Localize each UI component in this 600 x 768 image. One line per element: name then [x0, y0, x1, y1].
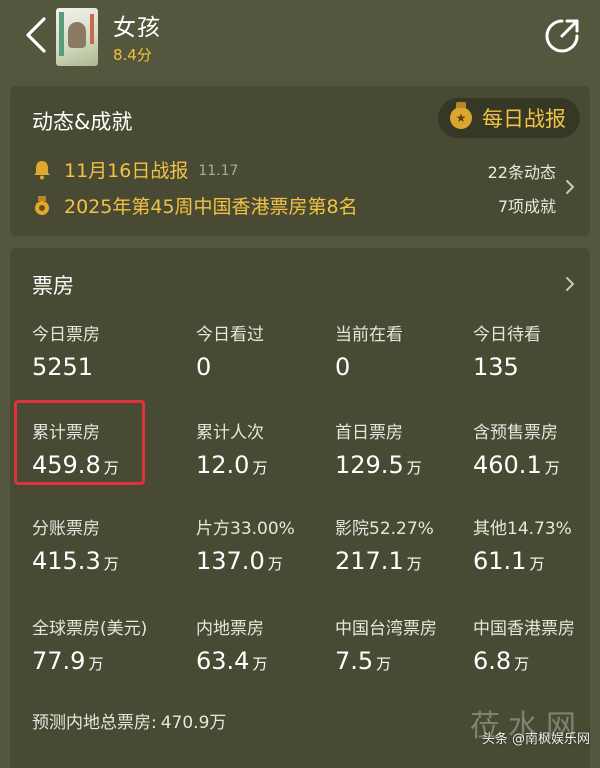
stat-label: 含预售票房 — [473, 423, 558, 443]
stat-value: 460.1 万 — [473, 451, 560, 479]
stat-label: 全球票房(美元) — [32, 619, 148, 639]
stat-label: 分账票房 — [32, 519, 100, 539]
stat-label: 其他14.73% — [473, 519, 572, 539]
stat-label: 今日待看 — [473, 325, 541, 345]
movie-poster[interactable] — [56, 8, 98, 66]
stat-value: 135 — [473, 353, 519, 381]
chevron-left-icon — [26, 17, 46, 53]
event-date: 11.17 — [198, 163, 239, 179]
stat-value: 12.0 万 — [196, 451, 268, 479]
daily-report-button[interactable]: ★ 每日战报 — [438, 98, 580, 138]
dynamics-count: 22条动态 — [487, 163, 556, 182]
daily-report-label: 每日战报 — [482, 107, 566, 131]
share-icon — [545, 19, 579, 53]
chevron-right-icon — [566, 180, 574, 194]
stat-producer-share: 片方33.00% 137.0 万 — [196, 514, 336, 575]
stat-split-box-office: 分账票房 415.3 万 — [32, 514, 172, 575]
event-text: 11月16日战报 — [64, 160, 189, 182]
stat-mainland-box-office: 内地票房 63.4 万 — [196, 614, 336, 675]
stat-value: 6.8 万 — [473, 647, 530, 675]
achievements-title: 动态&成就 — [32, 110, 133, 134]
stat-today-want: 今日待看 135 — [473, 320, 600, 381]
movie-rating: 8.4分 — [113, 46, 152, 64]
forecast-total: 预测内地总票房: 470.9万 — [32, 708, 226, 733]
stat-value: 0 — [196, 353, 212, 381]
stat-label: 当前在看 — [335, 325, 403, 345]
stat-cinema-share: 影院52.27% 217.1 万 — [335, 514, 475, 575]
bell-icon — [32, 160, 52, 180]
stat-value: 0 — [335, 353, 351, 381]
stat-other-share: 其他14.73% 61.1 万 — [473, 514, 600, 575]
stat-label: 今日票房 — [32, 325, 100, 345]
stat-value: 5251 — [32, 353, 94, 381]
stat-value: 61.1 万 — [473, 547, 545, 575]
stat-with-presale: 含预售票房 460.1 万 — [473, 418, 600, 479]
box-office-title: 票房 — [32, 274, 74, 298]
stat-label: 首日票房 — [335, 423, 403, 443]
stat-total-admissions: 累计人次 12.0 万 — [196, 418, 336, 479]
stat-hongkong-box-office: 中国香港票房 6.8 万 — [473, 614, 600, 675]
stat-value: 459.8 万 — [32, 451, 119, 479]
movie-title: 女孩 — [113, 15, 161, 41]
stat-value: 415.3 万 — [32, 547, 119, 575]
stat-today-watched: 今日看过 0 — [196, 320, 336, 381]
stat-now-watching: 当前在看 0 — [335, 320, 475, 381]
medal-small-icon — [32, 195, 52, 216]
event-item-report[interactable]: 11月16日战报 11.17 — [32, 156, 238, 183]
stat-value: 217.1 万 — [335, 547, 422, 575]
forecast-value: 470.9万 — [160, 713, 227, 733]
achievements-count: 7项成就 — [497, 197, 556, 216]
share-button[interactable] — [542, 16, 582, 56]
stat-label: 累计票房 — [32, 423, 100, 443]
stat-value: 77.9 万 — [32, 647, 104, 675]
stat-label: 今日看过 — [196, 325, 264, 345]
chevron-right-icon — [566, 277, 574, 291]
box-office-card[interactable]: 票房 今日票房 5251 今日看过 0 当前在看 0 今日待看 135 累计票房… — [10, 248, 590, 768]
stat-label: 影院52.27% — [335, 519, 434, 539]
stat-label: 片方33.00% — [196, 519, 295, 539]
stat-value: 137.0 万 — [196, 547, 283, 575]
top-bar: 女孩 8.4分 — [0, 0, 600, 76]
stat-today-box-office: 今日票房 5251 — [32, 320, 172, 381]
stat-label: 累计人次 — [196, 423, 264, 443]
stat-label: 中国香港票房 — [473, 619, 575, 639]
stat-label: 内地票房 — [196, 619, 264, 639]
stat-total-box-office: 累计票房 459.8 万 — [32, 418, 172, 479]
watermark-source: 头条 @南枫娱乐网 — [481, 732, 590, 747]
stat-value: 63.4 万 — [196, 647, 268, 675]
stat-taiwan-box-office: 中国台湾票房 7.5 万 — [335, 614, 475, 675]
achievements-card[interactable]: 动态&成就 ★ 每日战报 11月16日战报 11.17 2025年第45周中国香… — [10, 86, 590, 236]
watermark: 莅水网 头条 @南枫娱乐网 — [442, 703, 592, 749]
stat-value: 7.5 万 — [335, 647, 392, 675]
stat-value: 129.5 万 — [335, 451, 422, 479]
back-button[interactable] — [18, 14, 54, 56]
stat-global-box-office: 全球票房(美元) 77.9 万 — [32, 614, 172, 675]
stat-label: 中国台湾票房 — [335, 619, 437, 639]
medal-icon: ★ — [450, 102, 472, 129]
forecast-label: 预测内地总票房: — [32, 713, 157, 733]
stat-opening-day: 首日票房 129.5 万 — [335, 418, 475, 479]
event-item-ranking[interactable]: 2025年第45周中国香港票房第8名 — [32, 192, 358, 219]
event-text: 2025年第45周中国香港票房第8名 — [64, 196, 358, 218]
